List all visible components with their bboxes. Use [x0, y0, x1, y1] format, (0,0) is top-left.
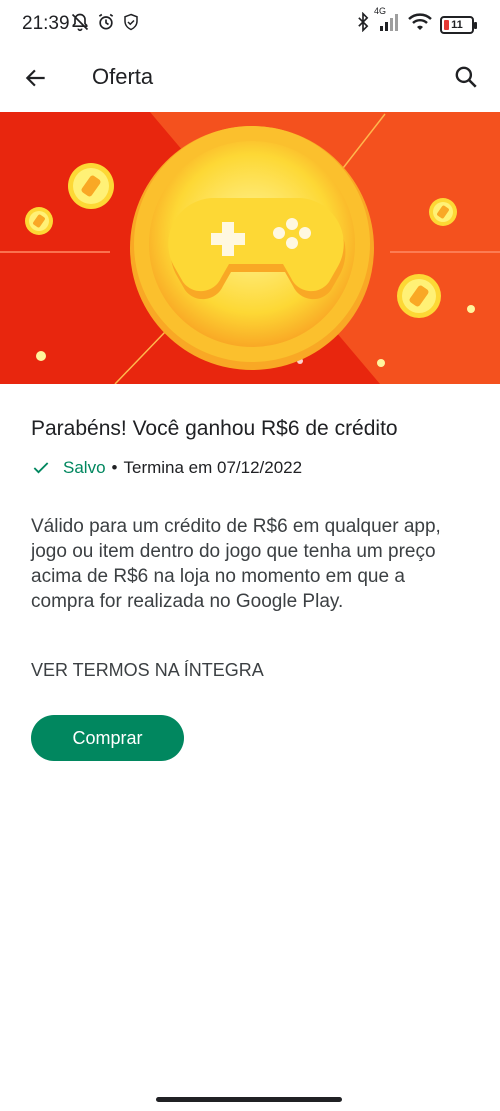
back-button[interactable]: [20, 64, 52, 96]
status-icons-right: 4G 11: [356, 6, 477, 37]
expiry-date: Termina em 07/12/2022: [123, 458, 303, 477]
page-title: Oferta: [92, 64, 154, 89]
check-icon: [31, 457, 53, 479]
signal-icon: 4G: [374, 6, 400, 37]
home-indicator[interactable]: [156, 1097, 342, 1102]
separator-dot: •: [111, 458, 118, 477]
status-bar: 21:39 4G 11: [0, 0, 500, 48]
battery-level: 11: [451, 18, 463, 31]
offer-status: Salvo • Termina em 07/12/2022: [31, 457, 302, 479]
arrow-back-icon: [23, 65, 49, 96]
search-icon: [453, 64, 479, 95]
network-type: 4G: [374, 6, 387, 16]
battery-icon: 11: [440, 15, 477, 34]
offer-title: Parabéns! Você ganhou R$6 de crédito: [31, 417, 398, 440]
gamepad-coin-illustration: [0, 112, 500, 384]
saved-label: Salvo: [63, 458, 106, 477]
offer-description: Válido para um crédito de R$6 em qualque…: [31, 516, 441, 612]
alarm-icon: [96, 12, 116, 37]
shield-icon: [122, 12, 140, 37]
status-icons-left: [70, 12, 140, 37]
offer-banner: [0, 112, 500, 384]
wifi-icon: [408, 12, 432, 37]
view-terms-link[interactable]: VER TERMOS NA ÍNTEGRA: [31, 660, 264, 681]
app-bar: Oferta: [0, 48, 500, 110]
bluetooth-icon: [356, 11, 370, 37]
search-button[interactable]: [450, 63, 482, 95]
buy-button[interactable]: Comprar: [31, 715, 184, 761]
mute-notifications-icon: [70, 12, 90, 37]
status-time: 21:39: [22, 13, 70, 34]
